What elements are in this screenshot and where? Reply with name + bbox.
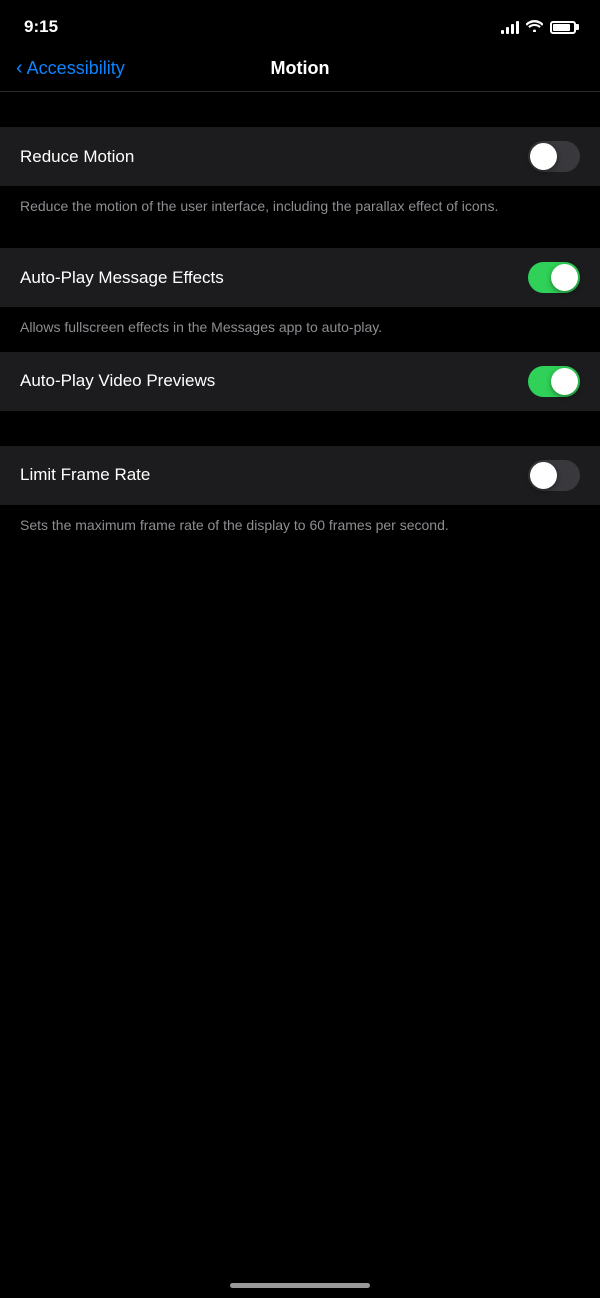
status-icons — [501, 19, 576, 35]
limit-frame-rate-label: Limit Frame Rate — [20, 465, 150, 485]
auto-play-message-effects-label: Auto-Play Message Effects — [20, 268, 224, 288]
limit-frame-rate-description: Sets the maximum frame rate of the displ… — [0, 505, 600, 549]
settings-group-reduce-motion: Reduce Motion — [0, 127, 600, 186]
page-title: Motion — [271, 58, 330, 79]
back-button[interactable]: ‹ Accessibility — [16, 58, 125, 79]
auto-play-message-effects-toggle[interactable] — [528, 262, 580, 293]
section-spacer-3 — [0, 411, 600, 446]
reduce-motion-label: Reduce Motion — [20, 147, 134, 167]
limit-frame-rate-row: Limit Frame Rate — [0, 446, 600, 505]
auto-play-message-effects-description: Allows fullscreen effects in the Message… — [0, 307, 600, 351]
reduce-motion-description: Reduce the motion of the user interface,… — [0, 186, 600, 230]
status-time: 9:15 — [24, 17, 58, 37]
back-label: Accessibility — [27, 58, 125, 79]
nav-header: ‹ Accessibility Motion — [0, 50, 600, 92]
section-spacer-2 — [0, 230, 600, 248]
reduce-motion-toggle-thumb — [530, 143, 557, 170]
section-spacer-1 — [0, 92, 600, 127]
reduce-motion-toggle[interactable] — [528, 141, 580, 172]
reduce-motion-row: Reduce Motion — [0, 127, 600, 186]
signal-icon — [501, 20, 519, 34]
auto-play-message-effects-row: Auto-Play Message Effects — [0, 248, 600, 307]
battery-icon — [550, 21, 576, 34]
auto-play-video-previews-label: Auto-Play Video Previews — [20, 371, 215, 391]
auto-play-video-previews-toggle-thumb — [551, 368, 578, 395]
auto-play-video-previews-toggle[interactable] — [528, 366, 580, 397]
settings-group-frame-rate: Limit Frame Rate — [0, 446, 600, 505]
home-indicator — [230, 1283, 370, 1288]
status-bar: 9:15 — [0, 0, 600, 50]
auto-play-video-previews-row: Auto-Play Video Previews — [0, 352, 600, 411]
settings-group-message-effects: Auto-Play Message Effects — [0, 248, 600, 307]
settings-group-video-previews: Auto-Play Video Previews — [0, 352, 600, 411]
limit-frame-rate-toggle[interactable] — [528, 460, 580, 491]
limit-frame-rate-toggle-thumb — [530, 462, 557, 489]
wifi-icon — [526, 19, 543, 35]
back-chevron-icon: ‹ — [16, 58, 23, 78]
